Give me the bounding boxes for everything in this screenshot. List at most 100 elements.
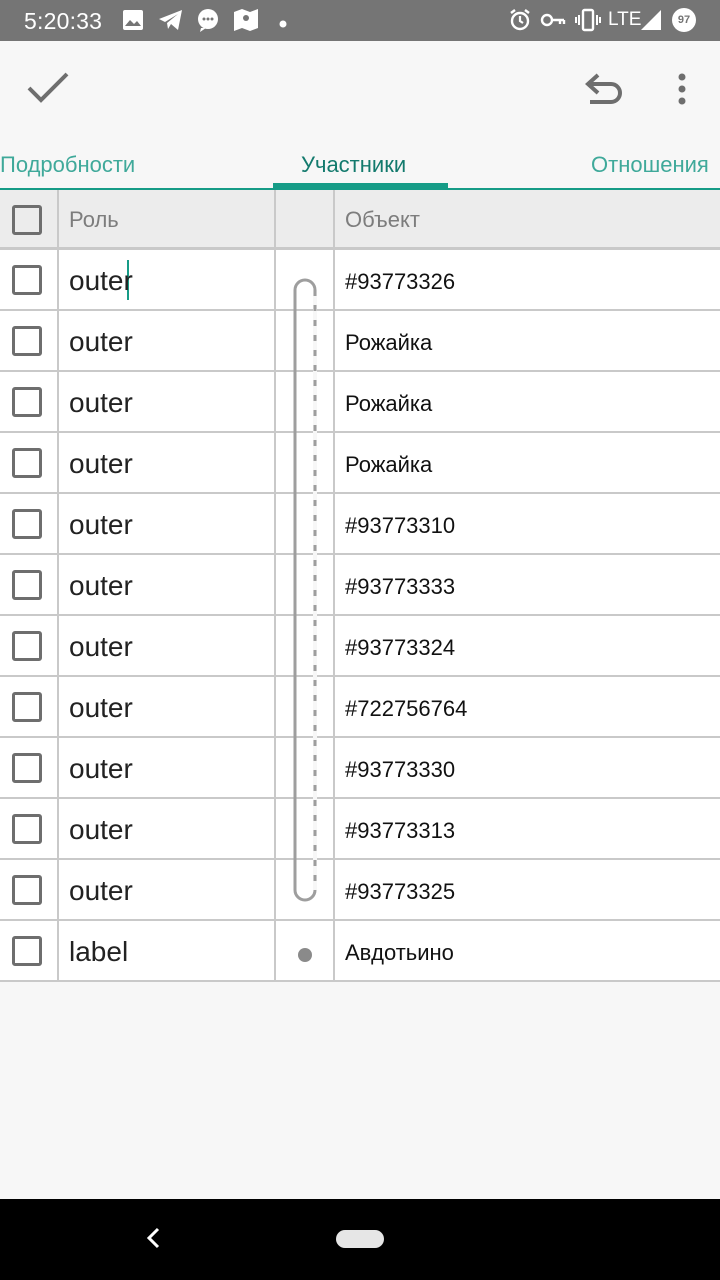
object-header: Объект bbox=[345, 207, 420, 232]
empty-space bbox=[0, 986, 720, 1199]
member-connection-icon bbox=[293, 278, 317, 962]
object-label: #93773310 bbox=[345, 513, 456, 538]
select-cell bbox=[0, 616, 59, 675]
select-all-checkbox[interactable] bbox=[12, 205, 42, 235]
table-row[interactable]: outer #93773326 bbox=[0, 250, 720, 311]
role-header: Роль bbox=[69, 207, 119, 232]
role-cell[interactable]: outer bbox=[59, 738, 276, 797]
select-cell bbox=[0, 250, 59, 309]
object-cell[interactable]: #93773324 bbox=[335, 616, 720, 675]
tab-members[interactable]: Участники bbox=[301, 152, 406, 178]
table-row[interactable]: outer #93773310 bbox=[0, 494, 720, 555]
more-vert-icon[interactable] bbox=[676, 73, 688, 110]
object-cell[interactable]: #722756764 bbox=[335, 677, 720, 736]
table-row[interactable]: outer Рожайка bbox=[0, 311, 720, 372]
table-row[interactable]: outer #93773325 bbox=[0, 860, 720, 921]
chat-icon bbox=[196, 8, 220, 32]
object-cell[interactable]: Авдотьино bbox=[335, 921, 720, 980]
object-cell[interactable]: #93773333 bbox=[335, 555, 720, 614]
object-cell[interactable]: #93773310 bbox=[335, 494, 720, 553]
role-cell[interactable]: outer bbox=[59, 616, 276, 675]
table-header: Роль Объект bbox=[0, 190, 720, 250]
object-label: #93773333 bbox=[345, 574, 456, 599]
role-input[interactable]: outer bbox=[69, 753, 133, 785]
table-row[interactable]: outer Рожайка bbox=[0, 372, 720, 433]
row-checkbox[interactable] bbox=[12, 936, 42, 966]
tab-details[interactable]: Подробности bbox=[0, 152, 135, 178]
table-row[interactable]: outer #93773313 bbox=[0, 799, 720, 860]
select-cell bbox=[0, 555, 59, 614]
row-checkbox[interactable] bbox=[12, 631, 42, 661]
role-cell[interactable]: outer bbox=[59, 799, 276, 858]
object-label: #722756764 bbox=[345, 696, 468, 721]
role-input[interactable]: outer bbox=[69, 631, 133, 663]
role-input[interactable]: outer bbox=[69, 387, 133, 419]
telegram-icon bbox=[158, 8, 184, 32]
role-input[interactable]: outer bbox=[69, 448, 133, 480]
navigation-bar bbox=[0, 1199, 720, 1280]
tab-bar: Подробности Участники Отношения bbox=[0, 136, 720, 190]
object-cell[interactable]: #93773325 bbox=[335, 860, 720, 919]
table-row[interactable]: outer #722756764 bbox=[0, 677, 720, 738]
role-cell[interactable]: outer bbox=[59, 555, 276, 614]
role-cell[interactable]: outer bbox=[59, 372, 276, 431]
tab-relations[interactable]: Отношения bbox=[591, 152, 709, 178]
role-input[interactable]: outer bbox=[69, 265, 133, 297]
object-cell[interactable]: Рожайка bbox=[335, 372, 720, 431]
object-header-cell: Объект bbox=[335, 190, 720, 247]
role-cell[interactable]: outer bbox=[59, 433, 276, 492]
object-label: #93773326 bbox=[345, 269, 456, 294]
role-input[interactable]: outer bbox=[69, 692, 133, 724]
role-cell[interactable]: outer bbox=[59, 494, 276, 553]
image-icon bbox=[122, 8, 144, 32]
object-cell[interactable]: #93773330 bbox=[335, 738, 720, 797]
home-pill-icon[interactable] bbox=[336, 1230, 384, 1248]
object-cell[interactable]: Рожайка bbox=[335, 311, 720, 370]
row-checkbox[interactable] bbox=[12, 326, 42, 356]
role-cell[interactable]: label bbox=[59, 921, 276, 980]
row-checkbox[interactable] bbox=[12, 570, 42, 600]
select-cell bbox=[0, 494, 59, 553]
role-cell[interactable]: outer bbox=[59, 250, 276, 309]
table-row[interactable]: outer Рожайка bbox=[0, 433, 720, 494]
table-row[interactable]: label Авдотьино bbox=[0, 921, 720, 982]
object-cell[interactable]: #93773313 bbox=[335, 799, 720, 858]
table-row[interactable]: outer #93773333 bbox=[0, 555, 720, 616]
object-cell[interactable]: Рожайка bbox=[335, 433, 720, 492]
object-label: #93773330 bbox=[345, 757, 456, 782]
row-checkbox[interactable] bbox=[12, 753, 42, 783]
table-row[interactable]: outer #93773324 bbox=[0, 616, 720, 677]
object-label: Рожайка bbox=[345, 452, 433, 477]
vibrate-icon bbox=[574, 8, 602, 32]
role-cell[interactable]: outer bbox=[59, 677, 276, 736]
row-checkbox[interactable] bbox=[12, 875, 42, 905]
role-cell[interactable]: outer bbox=[59, 860, 276, 919]
role-input[interactable]: outer bbox=[69, 326, 133, 358]
object-cell[interactable]: #93773326 bbox=[335, 250, 720, 309]
select-cell bbox=[0, 921, 59, 980]
role-input[interactable]: outer bbox=[69, 509, 133, 541]
vpn-key-icon bbox=[540, 8, 566, 32]
row-checkbox[interactable] bbox=[12, 509, 42, 539]
role-header-cell: Роль bbox=[59, 190, 276, 247]
network-type: LTE bbox=[608, 9, 642, 30]
row-checkbox[interactable] bbox=[12, 387, 42, 417]
row-checkbox[interactable] bbox=[12, 692, 42, 722]
check-icon[interactable] bbox=[26, 71, 70, 110]
row-checkbox[interactable] bbox=[12, 814, 42, 844]
object-label: #93773325 bbox=[345, 879, 456, 904]
role-input[interactable]: outer bbox=[69, 814, 133, 846]
row-checkbox[interactable] bbox=[12, 265, 42, 295]
role-input[interactable]: outer bbox=[69, 875, 133, 907]
table-row[interactable]: outer #93773330 bbox=[0, 738, 720, 799]
object-label: Рожайка bbox=[345, 330, 433, 355]
role-input[interactable]: outer bbox=[69, 570, 133, 602]
role-input[interactable]: label bbox=[69, 936, 128, 968]
role-cell[interactable]: outer bbox=[59, 311, 276, 370]
undo-icon[interactable] bbox=[584, 71, 624, 112]
select-cell bbox=[0, 311, 59, 370]
back-chevron-icon[interactable] bbox=[145, 1225, 161, 1256]
object-label: #93773313 bbox=[345, 818, 456, 843]
maps-icon bbox=[232, 8, 260, 32]
row-checkbox[interactable] bbox=[12, 448, 42, 478]
